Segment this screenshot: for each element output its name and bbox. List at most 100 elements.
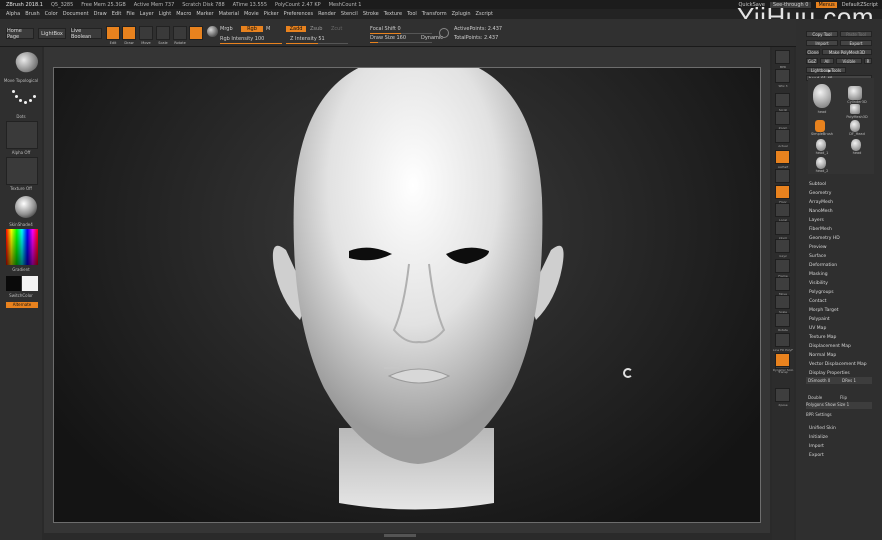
lightbox-tools-button[interactable]: Lightbox▶Tools <box>806 67 846 73</box>
head-subtool-icon[interactable] <box>813 84 831 108</box>
export-button[interactable]: Export <box>840 40 872 46</box>
menu-texture[interactable]: Texture <box>384 11 402 17</box>
menu-macro[interactable]: Macro <box>176 11 191 17</box>
clone-button[interactable]: Clone <box>806 49 820 55</box>
simplebrush-icon[interactable] <box>815 120 825 132</box>
menu-stencil[interactable]: Stencil <box>341 11 358 17</box>
uv-map-menu-item[interactable]: UV Map <box>809 324 875 333</box>
local-button[interactable] <box>775 203 790 217</box>
menu-stroke[interactable]: Stroke <box>363 11 379 17</box>
brush-thumb[interactable] <box>6 48 41 77</box>
floor-button[interactable] <box>775 185 790 199</box>
menu-edit[interactable]: Edit <box>112 11 122 17</box>
goz-button[interactable]: GoZ <box>806 58 818 64</box>
menu-zplugin[interactable]: Zplugin <box>452 11 471 17</box>
live-boolean-button[interactable]: Live Boolean <box>70 28 102 40</box>
menu-picker[interactable]: Picker <box>264 11 279 17</box>
arraymesh-menu-item[interactable]: ArrayMesh <box>809 198 875 207</box>
geometry-menu-item[interactable]: Geometry <box>809 189 875 198</box>
visible-button[interactable]: Visible <box>836 58 862 64</box>
deformation-menu-item[interactable]: Deformation <box>809 261 875 270</box>
polyf-button[interactable] <box>775 333 790 347</box>
move-button[interactable] <box>775 277 790 291</box>
menu-layer[interactable]: Layer <box>140 11 154 17</box>
lsym-button[interactable] <box>775 221 790 235</box>
aahalf-button[interactable] <box>775 150 790 164</box>
alternate-button[interactable]: Alternate <box>6 302 38 308</box>
texture-map-menu-item[interactable]: Texture Map <box>809 333 875 342</box>
head-model[interactable] <box>54 68 761 523</box>
all-button[interactable]: All <box>820 58 834 64</box>
persp-button[interactable] <box>775 169 790 183</box>
menu-alpha[interactable]: Alpha <box>6 11 20 17</box>
menu-file[interactable]: File <box>126 11 134 17</box>
switch-color-label[interactable]: SwitchColor <box>0 293 42 298</box>
z-intensity-slider[interactable]: Z Intensity 51 <box>290 36 325 42</box>
main-color-swatch[interactable] <box>6 276 21 291</box>
menu-zscript[interactable]: Zscript <box>476 11 493 17</box>
gxyz-button[interactable] <box>775 239 790 253</box>
menu-draw[interactable]: Draw <box>94 11 107 17</box>
draw-tool-button[interactable] <box>122 26 136 40</box>
menu-light[interactable]: Light <box>159 11 171 17</box>
import-button[interactable]: Import <box>806 40 838 46</box>
nanomesh-menu-item[interactable]: NanoMesh <box>809 207 875 216</box>
polypaint-menu-item[interactable]: Polypaint <box>809 315 875 324</box>
visibility-menu-item[interactable]: Visibility <box>809 279 875 288</box>
frame-button[interactable] <box>775 259 790 273</box>
polymesh-star-icon[interactable] <box>850 104 860 114</box>
double-button[interactable]: Double <box>808 395 822 400</box>
rgb-button[interactable]: Rgb <box>241 26 263 32</box>
fibermesh-menu-item[interactable]: FiberMesh <box>809 225 875 234</box>
m-button[interactable]: M <box>266 26 270 32</box>
draw-size-slider[interactable]: Draw Size 160 <box>370 35 406 41</box>
mrgb-button[interactable]: Mrgb <box>220 26 233 32</box>
contact-menu-item[interactable]: Contact <box>809 297 875 306</box>
zadd-button[interactable]: Zadd <box>286 26 306 32</box>
copy-tool-button[interactable]: Copy Tool <box>806 31 838 37</box>
zsub-button[interactable]: Zsub <box>310 26 322 32</box>
tool-import-menu-item[interactable]: Import <box>809 442 875 451</box>
horizontal-scrollbar[interactable] <box>384 534 416 537</box>
head-subtool-icon[interactable] <box>851 139 861 151</box>
paste-tool-button[interactable]: Paste Tool <box>840 31 872 37</box>
rgb-intensity-slider[interactable]: Rgb Intensity 100 <box>220 36 264 42</box>
zcut-button[interactable]: Zcut <box>331 26 342 32</box>
menu-brush[interactable]: Brush <box>25 11 39 17</box>
color-picker[interactable] <box>6 229 38 265</box>
layers-menu-item[interactable]: Layers <box>809 216 875 225</box>
draw-size-track[interactable] <box>370 42 432 43</box>
df-head-subtool-icon[interactable] <box>850 120 860 132</box>
make-polymesh-button[interactable]: Make PolyMesh3D <box>822 49 872 55</box>
swirl-icon[interactable] <box>439 28 449 38</box>
menu-transform[interactable]: Transform <box>422 11 447 17</box>
head-2-subtool-icon[interactable] <box>816 157 826 169</box>
scroll-button[interactable] <box>775 93 790 107</box>
rgb-intensity-track[interactable] <box>220 43 282 44</box>
masking-menu-item[interactable]: Masking <box>809 270 875 279</box>
polygons-show-size-slider[interactable]: Polygons Show Size 1 <box>806 402 872 409</box>
alpha-thumb[interactable] <box>6 121 38 149</box>
rotate-button[interactable] <box>775 313 790 327</box>
dres-slider[interactable]: DRes 1 <box>842 378 856 383</box>
head-1-subtool-icon[interactable] <box>816 139 826 151</box>
lightbox-button[interactable]: LightBox <box>38 28 66 39</box>
z-intensity-track[interactable] <box>286 43 348 44</box>
menu-color[interactable]: Color <box>45 11 58 17</box>
menu-tool[interactable]: Tool <box>407 11 417 17</box>
polygroups-menu-item[interactable]: Polygroups <box>809 288 875 297</box>
zoom-button[interactable] <box>775 111 790 125</box>
menu-document[interactable]: Document <box>63 11 89 17</box>
canvas-viewport[interactable] <box>53 67 761 523</box>
initialize-menu-item[interactable]: Initialize <box>809 433 875 442</box>
bpr-settings-menu-item[interactable]: BPR Settings <box>806 412 872 419</box>
scale-button[interactable] <box>775 295 790 309</box>
menu-movie[interactable]: Movie <box>244 11 259 17</box>
menu-render[interactable]: Render <box>318 11 336 17</box>
texture-thumb[interactable] <box>6 157 38 185</box>
geometry-hd-menu-item[interactable]: Geometry HD <box>809 234 875 243</box>
edit-tool-button[interactable] <box>106 26 120 40</box>
move-tool-button[interactable] <box>139 26 153 40</box>
material-thumb[interactable] <box>6 193 38 221</box>
r-button[interactable]: R <box>864 58 872 64</box>
